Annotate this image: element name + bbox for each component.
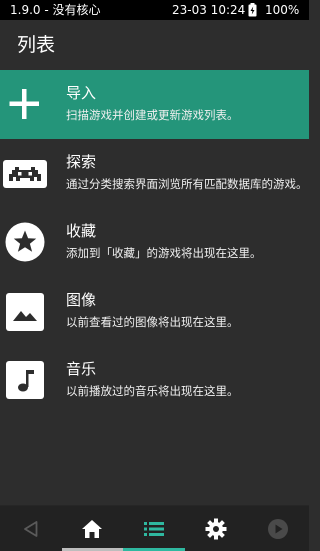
menu-item-description: 以前查看过的图像将出现在这里。 <box>66 315 239 329</box>
menu-item-description: 添加到「收藏」的游戏将出现在这里。 <box>66 246 262 260</box>
home-icon <box>81 519 102 538</box>
bottom-nav-bar <box>0 505 309 551</box>
list-icon <box>143 521 164 536</box>
page-title: 列表 <box>17 34 56 56</box>
status-bar: 1.9.0 - 没有核心 23-03 10:24 100% <box>0 0 309 20</box>
plus-icon <box>5 84 45 124</box>
nav-list-button[interactable] <box>123 506 184 551</box>
nav-home-button[interactable] <box>61 506 122 551</box>
status-time: 23-03 10:24 <box>172 3 246 17</box>
menu-item-label: 音乐 <box>66 360 97 378</box>
music-note-icon <box>6 361 46 401</box>
menu-item-favorites[interactable]: 收藏 添加到「收藏」的游戏将出现在这里。 <box>0 208 309 277</box>
menu-item-explore[interactable]: 探索 通过分类搜索界面浏览所有匹配数据库的游戏。 <box>0 139 309 208</box>
status-version-text: 1.9.0 - 没有核心 <box>10 3 101 17</box>
app-header: 列表 <box>0 20 309 70</box>
menu-item-label: 导入 <box>66 84 97 102</box>
menu-item-label: 图像 <box>66 291 97 309</box>
battery-charging-icon <box>248 3 257 17</box>
battery-percentage: 100% <box>265 3 300 17</box>
menu-item-description: 通过分类搜索界面浏览所有匹配数据库的游戏。 <box>66 177 308 191</box>
menu-item-description: 以前播放过的音乐将出现在这里。 <box>66 384 239 398</box>
settings-gear-icon <box>205 518 226 539</box>
menu-item-music[interactable]: 音乐 以前播放过的音乐将出现在这里。 <box>0 346 309 415</box>
nav-back-button[interactable] <box>0 506 61 551</box>
menu-item-import[interactable]: 导入 扫描游戏并创建或更新游戏列表。 <box>0 70 309 139</box>
back-icon <box>23 520 37 537</box>
star-icon <box>5 222 45 262</box>
nav-play-button[interactable] <box>247 506 308 551</box>
menu-item-label: 收藏 <box>66 222 97 240</box>
menu-item-description: 扫描游戏并创建或更新游戏列表。 <box>66 108 239 122</box>
menu-item-label: 探索 <box>66 153 97 171</box>
retroarch-invader-icon <box>3 153 47 193</box>
menu-item-images[interactable]: 图像 以前查看过的图像将出现在这里。 <box>0 277 309 346</box>
image-icon <box>6 293 46 333</box>
play-icon <box>267 518 288 539</box>
nav-settings-button[interactable] <box>185 506 246 551</box>
